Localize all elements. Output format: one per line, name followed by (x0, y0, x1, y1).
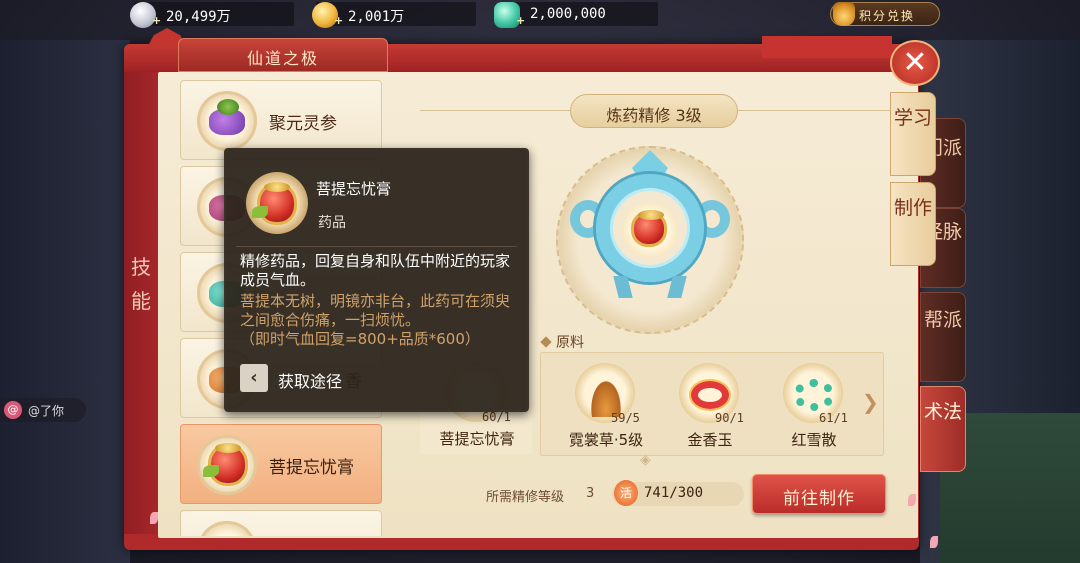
item-count: 90/1 (715, 411, 744, 425)
activity-value: 741/300 (644, 485, 704, 501)
petal-decoration (150, 512, 158, 524)
points-exchange-label: 积分兑换 (859, 9, 916, 23)
item-count: 61/1 (819, 411, 848, 425)
material-item[interactable]: 90/1 金香玉 (675, 355, 745, 455)
craft-level-heading: 炼药精修 3级 (570, 94, 738, 128)
required-level-label: 所需精修等级 (486, 490, 565, 505)
chevron-left-icon: ‹ (240, 364, 268, 392)
plus-icon: + (152, 14, 162, 27)
recipe-item-selected[interactable]: 菩提忘忧膏 (180, 424, 382, 504)
chevron-right-icon[interactable]: ❯ (862, 390, 879, 414)
material-item[interactable]: 61/1 红雪散 (779, 355, 849, 455)
item-name: 红雪散 (791, 431, 837, 449)
tooltip-item-type: 药品 (318, 215, 346, 231)
currency-silver-value: 20,499万 (166, 9, 231, 25)
plus-icon: + (334, 14, 344, 27)
activity-points: 活 741/300 (612, 480, 744, 506)
tab-guild[interactable]: 帮派 (920, 292, 966, 382)
item-name: 霓裳草·5级 (568, 431, 644, 449)
tab-label: 学习 (893, 107, 932, 129)
left-side-strip: 技能 (124, 72, 158, 534)
points-exchange-button[interactable]: 积分兑换 (830, 2, 940, 26)
craft-level-text: 炼药精修 3级 (606, 106, 702, 125)
item-name: 金香玉 (687, 431, 733, 449)
currency-jade-value: 2,000,000 (530, 6, 606, 22)
tab-label: 术法 (923, 401, 962, 423)
materials-panel: 59/5 霓裳草·5级 90/1 金香玉 61/1 红雪散 (540, 352, 884, 456)
item-count: 59/5 (611, 411, 640, 425)
go-craft-button[interactable]: 前往制作 (752, 474, 886, 514)
material-item[interactable]: 59/5 霓裳草·5级 (569, 355, 643, 455)
tab-label: 帮派 (923, 309, 962, 331)
chat-mention-text: @了你 (28, 404, 65, 418)
tab-craft[interactable]: 制作 (890, 182, 936, 266)
ointment-jar-icon (197, 435, 257, 495)
plus-icon: + (516, 14, 526, 27)
activity-icon: 活 (614, 480, 638, 506)
item-count: 60/1 (482, 410, 511, 424)
tab-label: 制作 (893, 197, 932, 219)
go-craft-label: 前往制作 (783, 489, 855, 509)
side-label: 技能 (131, 255, 151, 313)
required-level-value: 3 (586, 486, 595, 501)
materials-title: 原料 (556, 335, 584, 351)
chat-mention[interactable]: @ @了你 (0, 398, 86, 422)
ginseng-icon (197, 91, 257, 151)
tooltip-lore: 菩提本无树，明镜亦非台，此药可在须臾之间愈合伤痛，一扫烦忧。 (240, 292, 511, 329)
tab-learn[interactable]: 学习 (890, 92, 936, 176)
background-left (0, 40, 130, 563)
ointment-jar-icon (246, 172, 308, 234)
ornament-icon: ◈ (640, 452, 651, 468)
money-bag-icon (833, 2, 855, 26)
close-button[interactable]: ✕ (890, 40, 940, 86)
recipe-icon (197, 521, 257, 536)
divider (236, 246, 517, 247)
tooltip-effect: （即时气血回复=800+品质*600） (240, 330, 480, 348)
tab-spells[interactable]: 术法 (920, 386, 966, 472)
window-title: 仙道之极 (246, 49, 319, 68)
petal-decoration (930, 536, 938, 548)
tooltip-description: 精修药品，回复自身和队伍中附近的玩家成员气血。 (240, 252, 511, 289)
item-tooltip: 菩提忘忧膏 药品 精修药品，回复自身和队伍中附近的玩家成员气血。 菩提本无树，明… (224, 148, 529, 412)
cauldron-icon (570, 150, 730, 300)
petal-decoration (908, 494, 916, 506)
at-icon: @ (4, 401, 22, 419)
currency-jade[interactable]: + 2,000,000 (494, 2, 658, 28)
cloud-ornament (762, 36, 892, 58)
currency-silver[interactable]: + 20,499万 (130, 2, 294, 28)
close-icon: ✕ (902, 45, 928, 80)
currency-gold[interactable]: + 2,001万 (312, 2, 476, 28)
currency-gold-value: 2,001万 (348, 9, 405, 25)
source-label: 获取途径 (278, 372, 343, 391)
tooltip-item-name: 菩提忘忧膏 (316, 180, 392, 198)
recipe-item-label: 菩提忘忧膏 (269, 458, 354, 478)
product-slot[interactable] (622, 202, 678, 258)
recipe-item[interactable] (180, 510, 382, 536)
recipe-item-label: 聚元灵参 (269, 114, 337, 134)
window-title-tab: 仙道之极 (178, 38, 388, 72)
item-name: 菩提忘忧膏 (439, 430, 515, 448)
